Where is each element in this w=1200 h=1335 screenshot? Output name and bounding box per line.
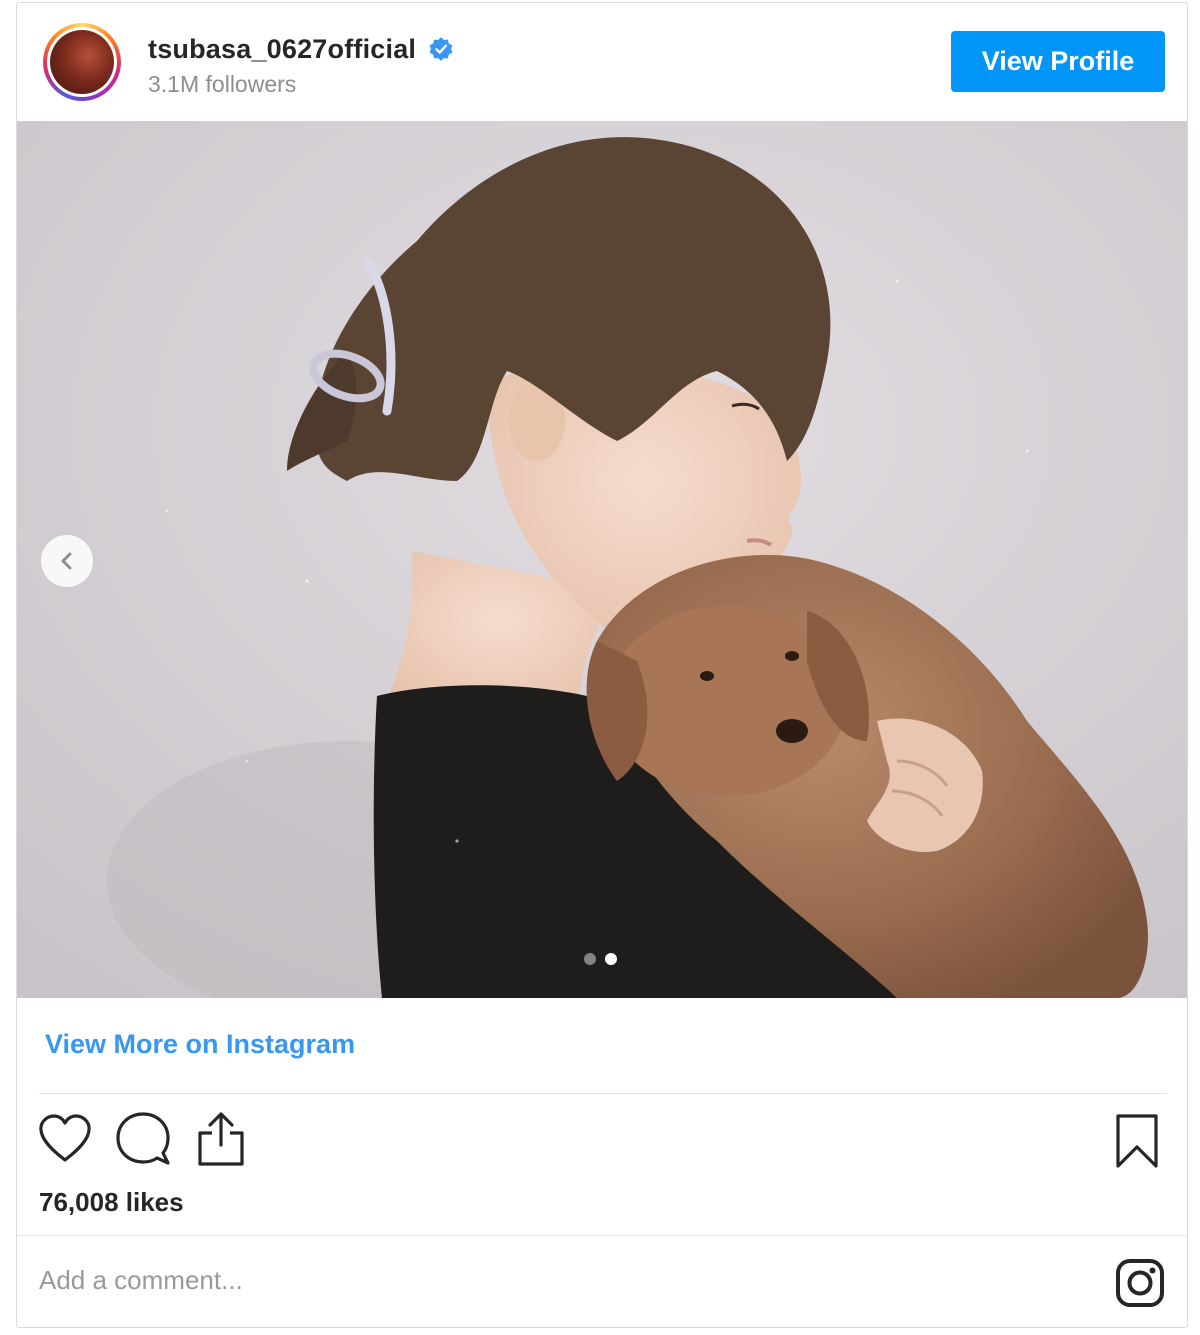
comment-button[interactable] <box>115 1111 171 1167</box>
carousel-dot-1 <box>584 953 596 965</box>
carousel-dot-2-active <box>605 953 617 965</box>
action-bar <box>37 1111 249 1167</box>
share-icon <box>198 1112 244 1166</box>
username-row: tsubasa_0627official <box>148 32 454 66</box>
carousel-indicator <box>584 953 617 965</box>
avatar-image <box>50 30 114 94</box>
follower-count: 3.1M followers <box>148 71 297 97</box>
chevron-left-icon <box>61 552 72 570</box>
save-button[interactable] <box>1109 1111 1165 1171</box>
post-header: tsubasa_0627official 3.1M followers View… <box>17 3 1187 121</box>
username-link[interactable]: tsubasa_0627official <box>148 34 416 65</box>
comment-icon <box>116 1112 170 1165</box>
post-photo[interactable] <box>17 121 1187 998</box>
avatar[interactable] <box>43 23 121 101</box>
divider <box>39 1093 1167 1094</box>
carousel-prev-button[interactable] <box>41 535 93 587</box>
bookmark-icon <box>1116 1114 1158 1168</box>
share-button[interactable] <box>193 1111 249 1167</box>
divider <box>17 1235 1187 1236</box>
view-profile-button[interactable]: View Profile <box>951 31 1165 92</box>
photo-illustration <box>17 121 1187 998</box>
view-more-link[interactable]: View More on Instagram <box>45 1029 355 1060</box>
verified-badge-icon <box>429 37 453 61</box>
avatar-border <box>47 27 117 97</box>
comment-input[interactable] <box>39 1258 739 1302</box>
instagram-logo-icon[interactable] <box>1115 1258 1165 1308</box>
like-count: 76,008 likes <box>39 1187 184 1217</box>
like-button[interactable] <box>37 1111 93 1167</box>
heart-icon <box>39 1114 91 1162</box>
instagram-embed-card: tsubasa_0627official 3.1M followers View… <box>16 2 1188 1328</box>
